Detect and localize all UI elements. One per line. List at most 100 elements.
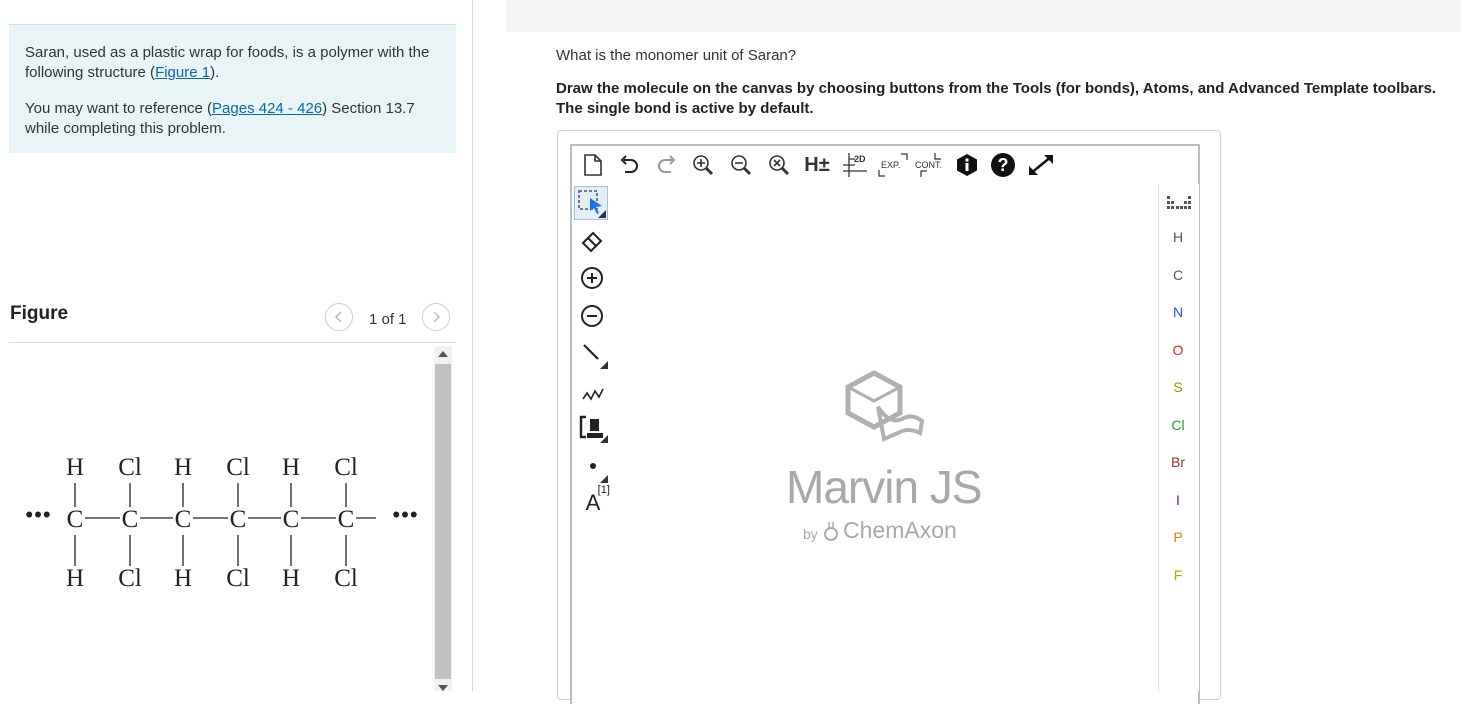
problem-intro: Saran, used as a plastic wrap for foods,… [9, 24, 456, 153]
atom-map-icon: A [1] [585, 484, 610, 515]
scroll-up-arrow-icon[interactable] [437, 350, 449, 358]
scroll-down-arrow-icon[interactable] [437, 684, 449, 691]
periodic-table-icon [1167, 196, 1191, 209]
chain-continuation-right: ••• [392, 502, 418, 529]
figure-next-button[interactable] [422, 303, 450, 331]
top-toolbar: H± 2D EXP. CONT. ? [572, 146, 1198, 184]
plus-charge-icon [581, 267, 603, 289]
substituent-top: H [66, 454, 84, 481]
chemaxon-logo-icon [824, 522, 838, 541]
new-document-icon [584, 154, 602, 176]
intro-text-2: You may want to reference ( [25, 100, 213, 117]
undo-button[interactable] [614, 150, 644, 180]
info-button[interactable] [952, 150, 982, 180]
info-icon [957, 154, 977, 176]
chain-carbon: C [230, 506, 247, 533]
bracket-icon [579, 415, 608, 443]
svg-text:EXP.: EXP. [881, 160, 900, 170]
chain-icon [582, 388, 604, 401]
substituent-top: Cl [226, 454, 250, 481]
help-button[interactable]: ? [988, 150, 1018, 180]
zoom-in-button[interactable] [688, 150, 718, 180]
atom-button-n[interactable]: N [1158, 304, 1198, 320]
atom-map-button[interactable]: A [1] [576, 484, 610, 520]
minus-charge-button[interactable] [576, 300, 608, 332]
figure-counter: 1 of 1 [369, 311, 407, 328]
svg-text:?: ? [998, 155, 1009, 175]
clean-2d-button[interactable]: 2D [840, 150, 870, 180]
zoom-in-icon [693, 155, 714, 176]
figure-prev-button[interactable] [325, 303, 353, 331]
atom-button-h[interactable]: H [1158, 229, 1198, 245]
left-toolbar: A [1] [572, 184, 613, 691]
marvin-watermark-brand: ChemAxon [843, 517, 957, 543]
atom-button-br[interactable]: Br [1158, 454, 1198, 470]
expand-icon: EXP. [878, 153, 908, 177]
eraser-tool-button[interactable] [576, 224, 608, 256]
chain-continuation-left: ••• [25, 502, 51, 529]
svg-text:CONT.: CONT. [915, 160, 942, 170]
substituent-bottom: H [66, 565, 84, 592]
marvin-watermark-by: by [803, 526, 818, 542]
single-bond-button[interactable] [576, 338, 610, 370]
chevron-left-icon [334, 311, 342, 323]
minus-charge-icon [581, 305, 603, 327]
redo-button[interactable] [652, 150, 682, 180]
figure-scrollbar-thumb[interactable] [435, 364, 451, 679]
saran-structure-figure: H Cl H Cl H Cl C C C C C C ••• ••• H Cl H Cl H Cl [25, 454, 418, 592]
atom-button-cl[interactable]: Cl [1158, 417, 1198, 433]
chain-carbon: C [67, 506, 84, 533]
chain-carbon: C [122, 506, 139, 533]
new-document-button[interactable] [578, 150, 608, 180]
atoms-toolbar [1158, 184, 1199, 691]
plus-charge-button[interactable] [576, 262, 608, 294]
atom-button-o[interactable]: O [1158, 342, 1198, 358]
zoom-reset-icon [769, 155, 790, 176]
figure-1-link[interactable]: Figure 1 [155, 64, 210, 81]
pages-reference-link[interactable]: Pages 424 - 426 [212, 100, 322, 117]
zoom-out-button[interactable] [726, 150, 756, 180]
substituent-top: H [282, 454, 300, 481]
panel-divider [472, 0, 473, 691]
radical-tool-button[interactable] [576, 452, 610, 484]
redo-icon [658, 155, 676, 173]
top-bar [506, 0, 1461, 32]
chain-tool-button[interactable] [576, 376, 608, 408]
intro-text-1-end: ). [210, 64, 220, 81]
atom-button-f[interactable]: F [1158, 567, 1198, 583]
contract-button[interactable]: CONT. [912, 150, 948, 180]
help-icon: ? [991, 153, 1015, 177]
bracket-tool-button[interactable] [576, 412, 610, 444]
fullscreen-button[interactable] [1024, 150, 1058, 180]
expand-button[interactable]: EXP. [876, 150, 910, 180]
atom-button-p[interactable]: P [1158, 529, 1198, 545]
zoom-reset-button[interactable] [764, 150, 794, 180]
svg-text:2D: 2D [854, 154, 866, 164]
radical-icon [590, 463, 608, 483]
substituent-bottom: Cl [118, 565, 142, 592]
marvin-logo-icon [844, 370, 925, 442]
figure-title: Figure [10, 303, 69, 324]
clean-2d-icon: 2D [843, 153, 867, 177]
select-tool-button[interactable] [574, 186, 608, 220]
intro-paragraph-1: Saran, used as a plastic wrap for foods,… [25, 43, 445, 83]
intro-paragraph-2: You may want to reference (Pages 424 - 4… [25, 99, 445, 139]
zoom-out-icon [731, 155, 752, 176]
eraser-icon [581, 231, 603, 253]
substituent-bottom: Cl [226, 565, 250, 592]
atom-button-i[interactable]: I [1158, 492, 1198, 508]
single-bond-icon [583, 344, 608, 369]
add-hydrogens-button[interactable]: H± [800, 150, 834, 180]
atom-button-c[interactable]: C [1158, 267, 1198, 283]
undo-icon [620, 155, 638, 173]
substituent-bottom: H [174, 565, 192, 592]
marvin-watermark-title: Marvin JS [786, 461, 982, 513]
substituent-top: Cl [334, 454, 358, 481]
chain-carbon: C [338, 506, 355, 533]
intro-text-1: Saran, used as a plastic wrap for foods,… [25, 44, 430, 81]
substituent-bottom: Cl [334, 565, 358, 592]
chevron-right-icon [433, 311, 441, 323]
add-hydrogens-icon: H± [804, 153, 830, 176]
atom-button-s[interactable]: S [1158, 379, 1198, 395]
contract-icon: CONT. [915, 153, 942, 177]
